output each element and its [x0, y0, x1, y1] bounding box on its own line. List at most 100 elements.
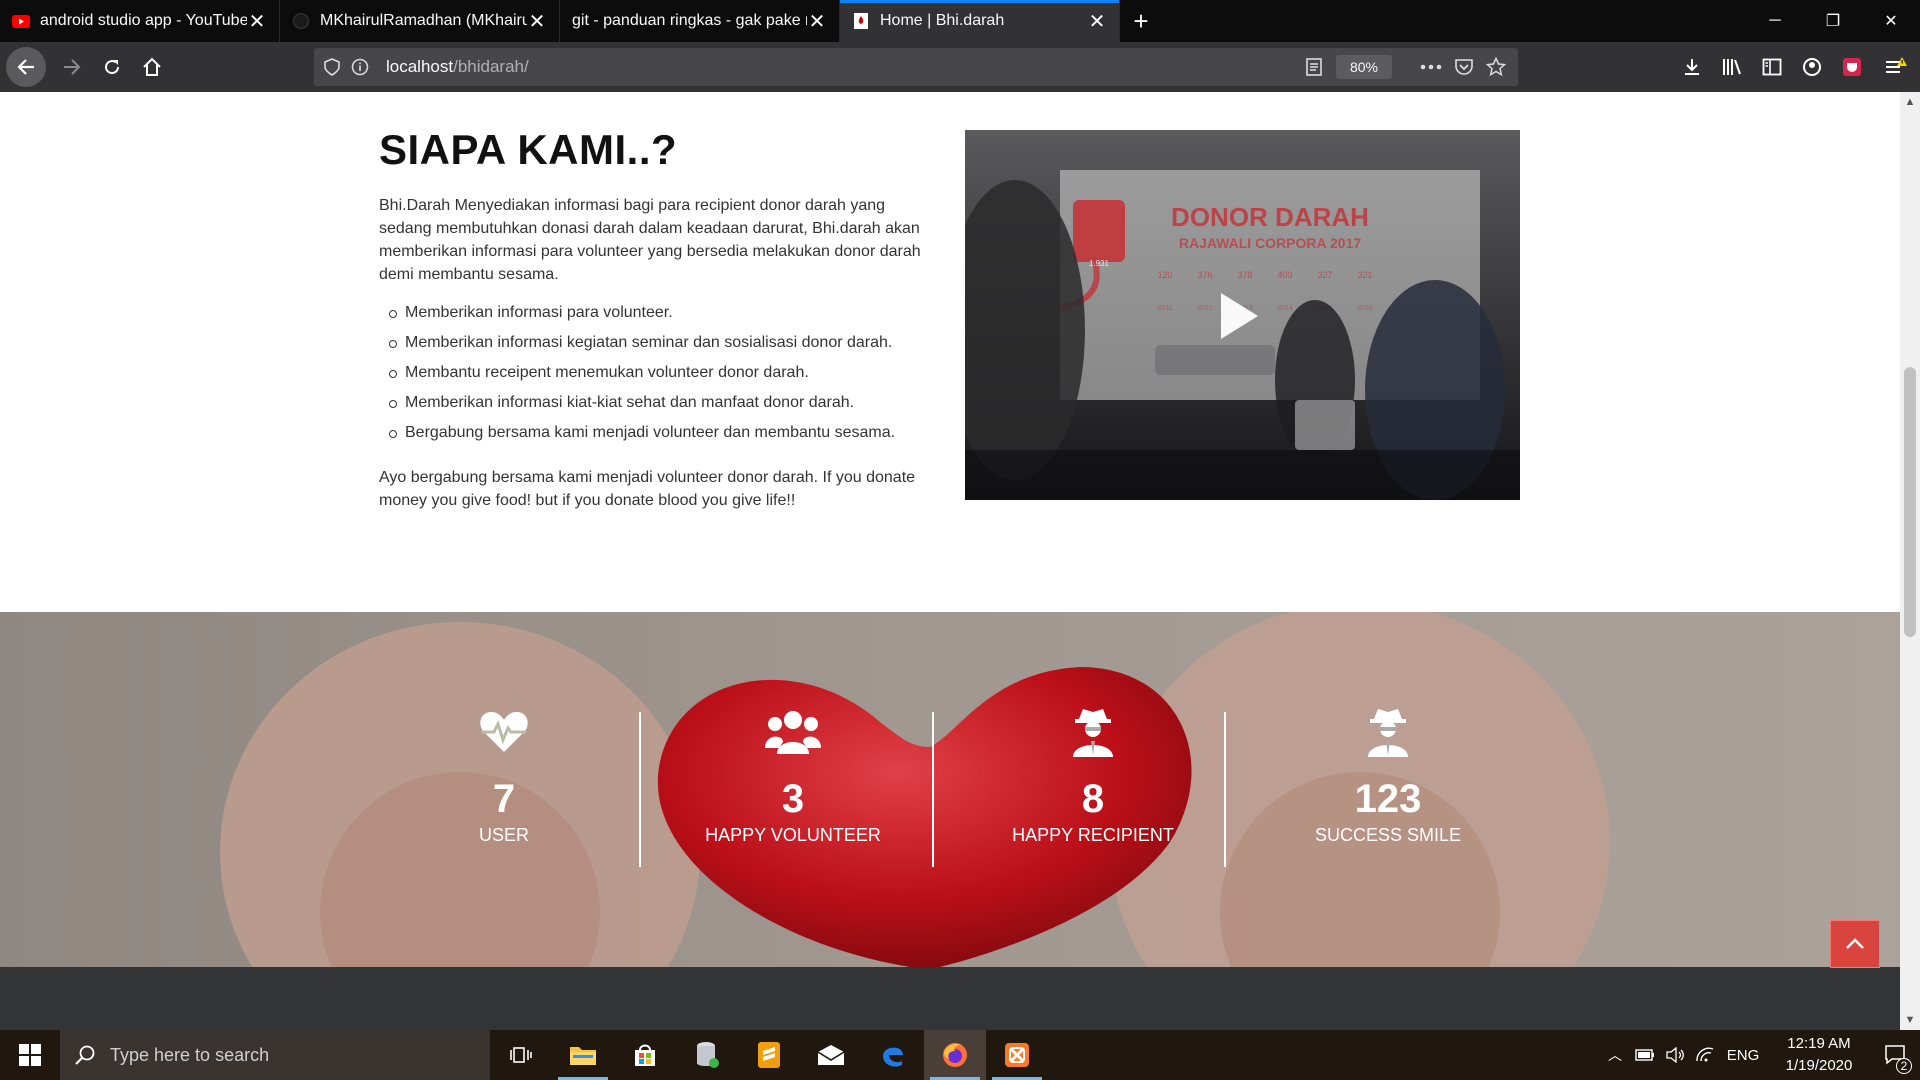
list-item: Memberikan informasi kegiatan seminar da…: [389, 328, 924, 358]
video-thumbnail: DONOR DARAH RAJAWALI CORPORA 2017 1.931 …: [965, 130, 1520, 500]
browser-tab-bar: android studio app - YouTube ✕ MKhairulR…: [0, 0, 1920, 42]
about-section: SIAPA KAMI..? Bhi.Darah Menyediakan info…: [379, 126, 924, 512]
wifi-icon[interactable]: [1690, 1047, 1720, 1063]
tab-title: Home | Bhi.darah: [880, 12, 1005, 29]
scroll-up-arrow[interactable]: ▲: [1900, 92, 1920, 112]
shield-icon[interactable]: [322, 57, 342, 77]
about-intro: Bhi.Darah Menyediakan informasi bagi par…: [379, 197, 921, 283]
tab-git-guide[interactable]: git - panduan ringkas - gak pake ri ✕: [560, 0, 840, 42]
download-icon[interactable]: [1672, 47, 1712, 87]
library-icon[interactable]: [1712, 47, 1752, 87]
home-icon: [143, 57, 161, 76]
clock[interactable]: 12:19 AM 1/19/2020: [1774, 1033, 1864, 1077]
new-tab-button[interactable]: +: [1120, 0, 1162, 42]
stat-users: 7 USER: [359, 707, 649, 862]
menu-icon[interactable]: [1872, 47, 1920, 87]
tab-bhidarah[interactable]: Home | Bhi.darah ✕: [840, 0, 1120, 42]
sublime-icon: [758, 1042, 780, 1068]
about-list: Memberikan informasi para volunteer. Mem…: [389, 298, 924, 448]
banner-year: 2011: [1157, 305, 1172, 312]
stat-label: HAPPY VOLUNTEER: [705, 825, 881, 845]
folder-icon: [570, 1047, 596, 1065]
search-icon: [75, 1045, 95, 1065]
firefox-button[interactable]: [924, 1030, 986, 1080]
bookmark-star-icon[interactable]: [1486, 57, 1506, 77]
reload-icon: [105, 60, 120, 75]
web-page: SIAPA KAMI..? Bhi.Darah Menyediakan info…: [0, 92, 1900, 1030]
list-item: Memberikan informasi para volunteer.: [389, 298, 924, 328]
battery-icon[interactable]: [1630, 1049, 1660, 1061]
edge-button[interactable]: [862, 1030, 924, 1080]
windows-logo-icon: [19, 1044, 41, 1066]
scroll-down-arrow[interactable]: ▼: [1900, 1010, 1920, 1030]
store-button[interactable]: [614, 1030, 676, 1080]
stat-success: 123 SUCCESS SMILE: [1243, 707, 1533, 862]
youtube-icon: [12, 12, 30, 30]
github-icon: [292, 12, 310, 30]
tab-github[interactable]: MKhairulRamadhan (MKhairulR ✕: [280, 0, 560, 42]
reader-view-icon[interactable]: [1304, 57, 1324, 77]
task-view-icon: [510, 1047, 532, 1063]
stat-recipient: 8 HAPPY RECIPIENT: [948, 707, 1238, 862]
stat-value: 3: [781, 777, 805, 821]
divider: [639, 712, 641, 867]
video-player[interactable]: DONOR DARAH RAJAWALI CORPORA 2017 1.931 …: [965, 130, 1520, 500]
window-close-icon[interactable]: ✕: [1862, 0, 1920, 42]
notifications-button[interactable]: 2: [1872, 1044, 1920, 1074]
taskbar-search[interactable]: Type here to search: [60, 1030, 490, 1080]
database-app-button[interactable]: [676, 1030, 738, 1080]
close-icon[interactable]: ✕: [247, 9, 267, 34]
minimize-icon[interactable]: ─: [1746, 0, 1804, 42]
back-arrow-icon: [17, 59, 34, 75]
search-placeholder: Type here to search: [110, 1044, 270, 1065]
home-button[interactable]: [132, 47, 172, 87]
stat-value: 7: [492, 777, 516, 821]
mail-icon: [817, 1045, 845, 1065]
toolbar-icons: [1672, 47, 1920, 87]
file-explorer-button[interactable]: [552, 1030, 614, 1080]
close-icon[interactable]: ✕: [527, 9, 547, 34]
address-bar[interactable]: localhost/bhidarah/ 80%: [314, 48, 1518, 86]
clock-date: 1/19/2020: [1785, 1057, 1853, 1074]
sidebar-icon[interactable]: [1752, 47, 1792, 87]
forward-button[interactable]: [52, 47, 92, 87]
task-view-button[interactable]: [490, 1030, 552, 1080]
more-actions-icon[interactable]: [1418, 57, 1444, 77]
close-icon[interactable]: ✕: [1087, 9, 1107, 34]
notification-count: 2: [1896, 1058, 1912, 1074]
page-scrollbar[interactable]: ▲ ▼: [1900, 92, 1920, 1030]
banner-stat: 321: [1357, 270, 1372, 280]
start-button[interactable]: [0, 1030, 60, 1080]
clock-time: 12:19 AM: [1787, 1035, 1851, 1052]
close-icon[interactable]: ✕: [807, 9, 827, 34]
account-icon[interactable]: [1792, 47, 1832, 87]
sublime-text-button[interactable]: [738, 1030, 800, 1080]
firefox-icon: [943, 1043, 967, 1067]
extension-icon[interactable]: [1832, 47, 1872, 87]
scroll-thumb[interactable]: [1904, 367, 1916, 637]
reload-button[interactable]: [92, 47, 132, 87]
database-icon: [697, 1042, 719, 1068]
banner-subtitle: RAJAWALI CORPORA 2017: [1179, 235, 1362, 251]
mail-button[interactable]: [800, 1030, 862, 1080]
stats-section: 7 USER 3 HAPPY VOLUNTEER 8 HAPPY RECIPIE…: [0, 612, 1900, 967]
pocket-icon[interactable]: [1454, 57, 1474, 77]
back-to-top-button[interactable]: [1830, 920, 1880, 968]
stat-value: 8: [1081, 777, 1105, 821]
language-indicator[interactable]: ENG: [1720, 1047, 1766, 1064]
footer: [0, 967, 1900, 1030]
zoom-level[interactable]: 80%: [1336, 55, 1392, 79]
tab-youtube[interactable]: android studio app - YouTube ✕: [0, 0, 280, 42]
volume-icon[interactable]: [1660, 1047, 1690, 1063]
back-button[interactable]: [6, 47, 46, 87]
url-path: /bhidarah/: [453, 57, 529, 76]
info-icon[interactable]: [350, 57, 370, 77]
banner-year: 2014: [1277, 305, 1293, 312]
url-text[interactable]: localhost/bhidarah/: [386, 57, 529, 77]
xampp-button[interactable]: [986, 1030, 1048, 1080]
chevron-up-icon[interactable]: ︿: [1600, 1045, 1630, 1065]
url-host: localhost: [386, 57, 454, 76]
banner-stat: 120: [1157, 270, 1172, 280]
stat-label: HAPPY RECIPIENT: [1012, 825, 1174, 845]
restore-icon[interactable]: ❐: [1804, 0, 1862, 42]
